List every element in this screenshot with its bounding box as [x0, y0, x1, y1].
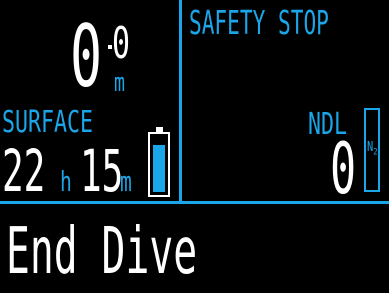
depth-decimal: 0	[112, 18, 131, 69]
end-dive-menu-item[interactable]: End Dive	[6, 220, 197, 284]
safety-stop-label: SAFETY STOP	[189, 3, 329, 42]
battery-level-fill	[153, 145, 165, 192]
dive-computer-screen: 0 0 m SURFACE 22 h 15 m SAFETY STOP NDL …	[0, 0, 389, 293]
surface-label: SURFACE	[2, 105, 94, 140]
surface-hours-unit: h	[60, 165, 72, 198]
depth-integer: 0	[70, 7, 103, 107]
gas-label-sub: 2	[373, 147, 378, 158]
vertical-divider	[179, 0, 182, 203]
battery-icon	[148, 127, 170, 197]
surface-hours: 22	[2, 137, 46, 205]
battery-body	[148, 132, 170, 197]
depth-unit: m	[114, 68, 125, 98]
surface-minutes: 15	[80, 137, 124, 205]
ndl-value: 0	[330, 128, 357, 210]
surface-minutes-unit: m	[120, 165, 132, 198]
gas-label: N2	[367, 141, 378, 160]
